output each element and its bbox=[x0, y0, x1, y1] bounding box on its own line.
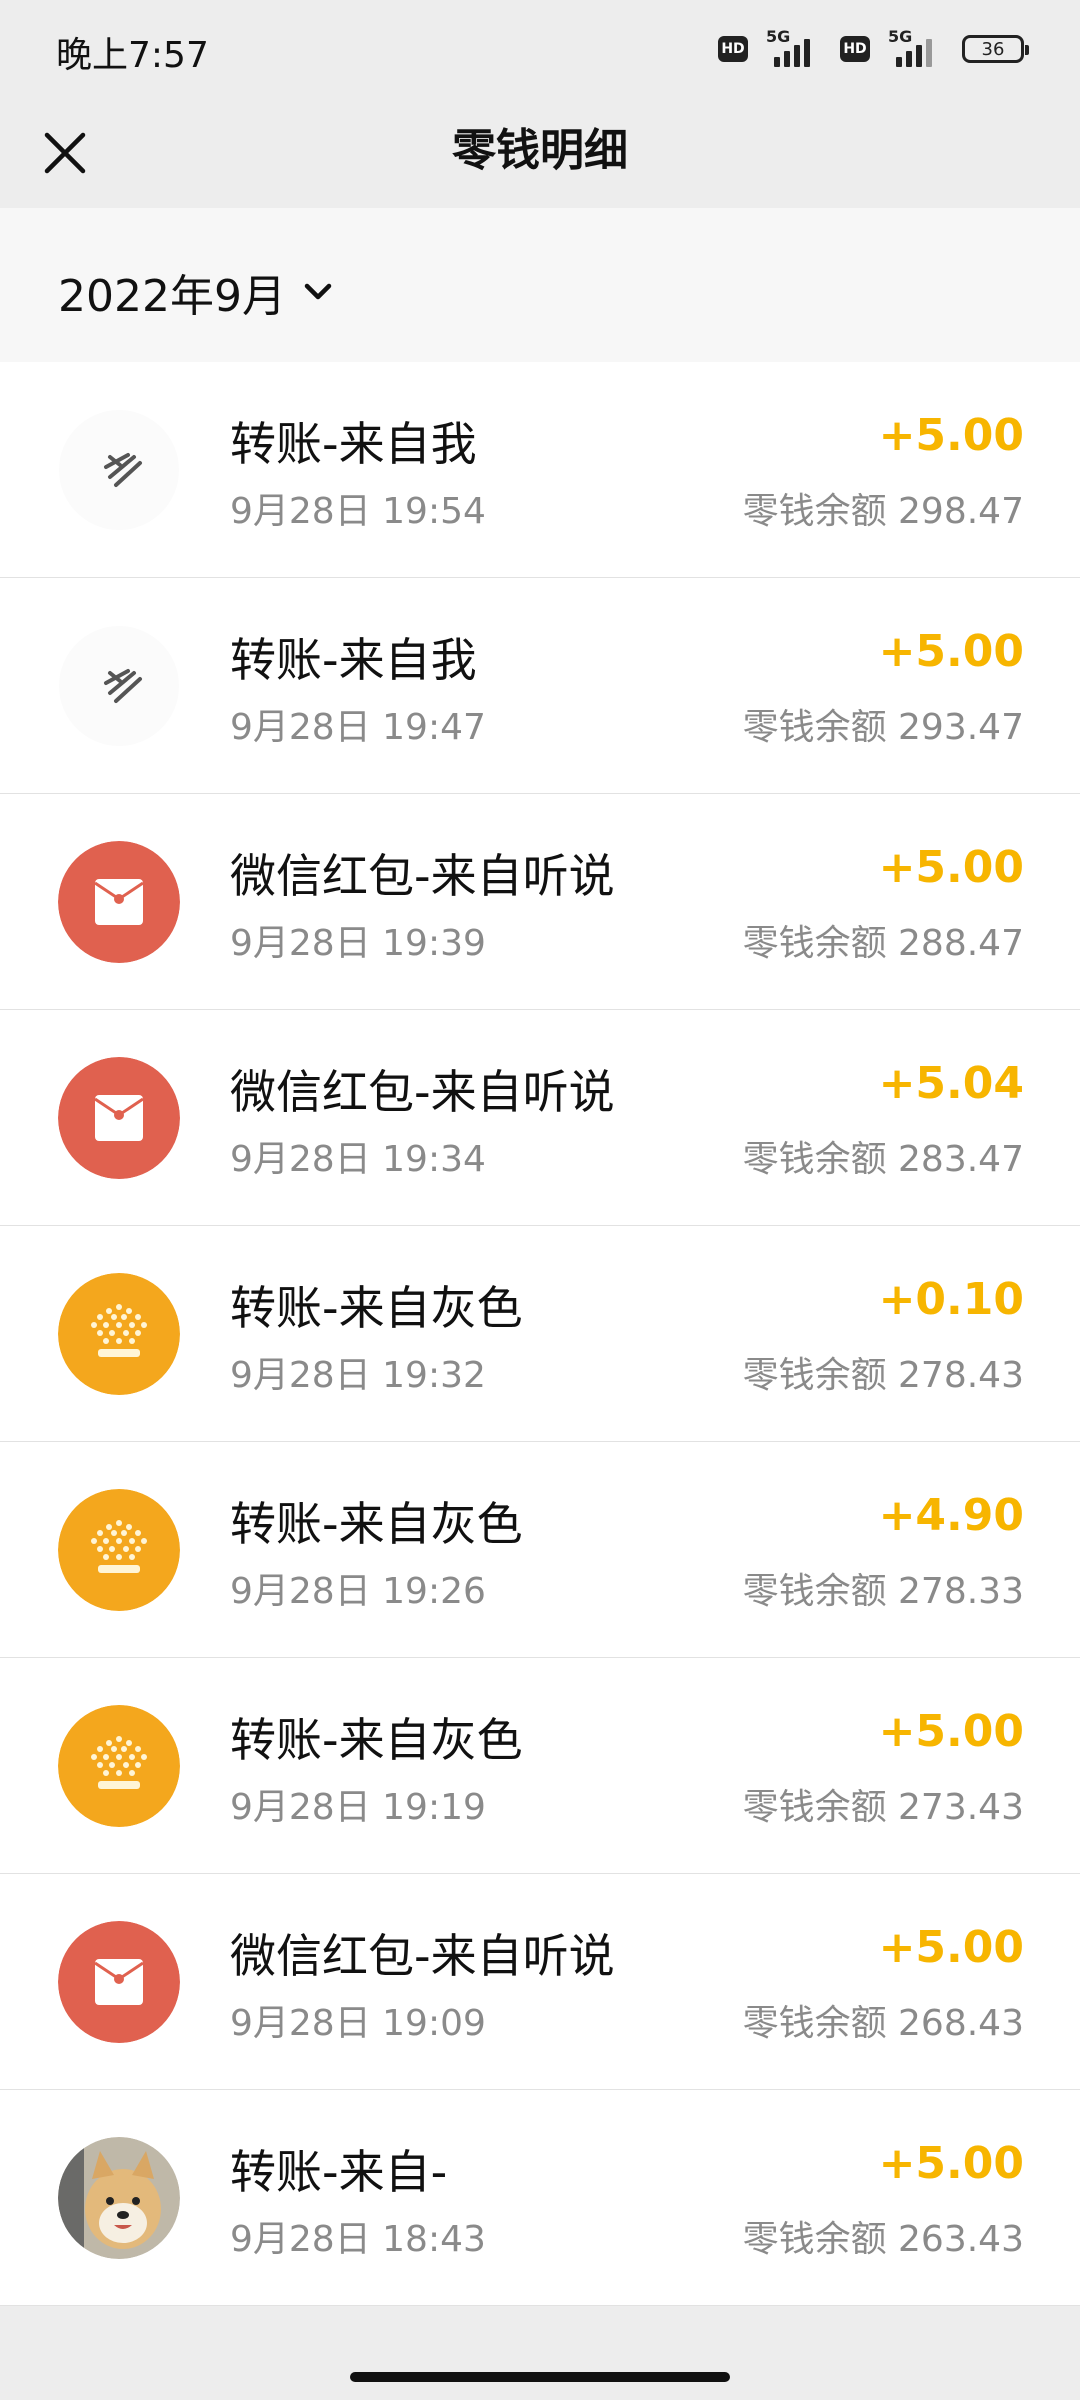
transaction-time: 9月28日 18:43 bbox=[230, 2219, 486, 2260]
transaction-balance: 零钱余额 293.47 bbox=[742, 707, 1024, 748]
transaction-title: 微信红包-来自听说 bbox=[230, 1929, 615, 1983]
transaction-list: 转账-来自我 9月28日 19:54 +5.00 零钱余额 298.47 转账-… bbox=[0, 362, 1080, 2306]
transaction-balance: 零钱余额 283.47 bbox=[742, 1139, 1024, 1180]
transaction-time: 9月28日 19:54 bbox=[230, 491, 486, 532]
feather-icon bbox=[58, 409, 180, 531]
transaction-row[interactable]: 微信红包-来自听说 9月28日 19:34 +5.04 零钱余额 283.47 bbox=[0, 1010, 1080, 1226]
transaction-amount: +5.00 bbox=[878, 626, 1024, 677]
transaction-time: 9月28日 19:32 bbox=[230, 1355, 486, 1396]
feather-icon bbox=[58, 625, 180, 747]
transaction-title: 转账-来自灰色 bbox=[230, 1281, 523, 1335]
transaction-row[interactable]: 转账-来自灰色 9月28日 19:32 +0.10 零钱余额 278.43 bbox=[0, 1226, 1080, 1442]
transaction-amount: +5.00 bbox=[878, 410, 1024, 461]
transaction-amount: +5.00 bbox=[878, 842, 1024, 893]
home-indicator[interactable] bbox=[350, 2372, 730, 2382]
crown-icon bbox=[58, 1705, 180, 1827]
transaction-title: 转账-来自灰色 bbox=[230, 1713, 523, 1767]
transaction-balance: 零钱余额 268.43 bbox=[742, 2003, 1024, 2044]
transaction-time: 9月28日 19:19 bbox=[230, 1787, 486, 1828]
battery-icon: 36 bbox=[962, 35, 1029, 63]
transaction-amount: +5.00 bbox=[878, 2138, 1024, 2189]
transaction-amount: +5.00 bbox=[878, 1706, 1024, 1757]
transaction-time: 9月28日 19:39 bbox=[230, 923, 486, 964]
transaction-amount: +4.90 bbox=[878, 1490, 1024, 1541]
transaction-title: 转账-来自- bbox=[230, 2145, 448, 2199]
dog-avatar bbox=[58, 2137, 180, 2259]
transaction-balance: 零钱余额 288.47 bbox=[742, 923, 1024, 964]
transaction-title: 转账-来自灰色 bbox=[230, 1497, 523, 1551]
transaction-title: 转账-来自我 bbox=[230, 417, 477, 471]
transaction-title: 微信红包-来自听说 bbox=[230, 1065, 615, 1119]
red-packet-icon bbox=[58, 1921, 180, 2043]
status-bar: 晚上7:57 HD 5G HD 5G 36 bbox=[0, 0, 1080, 96]
red-packet-icon bbox=[58, 841, 180, 963]
transaction-row[interactable]: 转账-来自灰色 9月28日 19:19 +5.00 零钱余额 273.43 bbox=[0, 1658, 1080, 1874]
month-filter-bar: 2022年9月 bbox=[0, 208, 1080, 362]
signal-icon: 5G bbox=[762, 27, 826, 69]
nav-bar: 零钱明细 bbox=[0, 96, 1080, 208]
transaction-row[interactable]: 转账-来自灰色 9月28日 19:26 +4.90 零钱余额 278.33 bbox=[0, 1442, 1080, 1658]
transaction-balance: 零钱余额 278.33 bbox=[742, 1571, 1024, 1612]
transaction-row[interactable]: 转账-来自我 9月28日 19:54 +5.00 零钱余额 298.47 bbox=[0, 362, 1080, 578]
transaction-time: 9月28日 19:34 bbox=[230, 1139, 486, 1180]
signal-icon: 5G bbox=[884, 27, 948, 69]
month-label: 2022年9月 bbox=[58, 271, 286, 322]
transaction-time: 9月28日 19:26 bbox=[230, 1571, 486, 1612]
transaction-amount: +0.10 bbox=[878, 1274, 1024, 1325]
transaction-title: 微信红包-来自听说 bbox=[230, 849, 615, 903]
transaction-balance: 零钱余额 278.43 bbox=[742, 1355, 1024, 1396]
transaction-title: 转账-来自我 bbox=[230, 633, 477, 687]
red-packet-icon bbox=[58, 1057, 180, 1179]
transaction-row[interactable]: 微信红包-来自听说 9月28日 19:39 +5.00 零钱余额 288.47 bbox=[0, 794, 1080, 1010]
transaction-time: 9月28日 19:09 bbox=[230, 2003, 486, 2044]
chevron-down-icon bbox=[304, 283, 332, 300]
crown-icon bbox=[58, 1273, 180, 1395]
crown-icon bbox=[58, 1489, 180, 1611]
status-time: 晚上7:57 bbox=[56, 35, 209, 76]
transaction-amount: +5.00 bbox=[878, 1922, 1024, 1973]
status-icons: HD 5G HD 5G 36 bbox=[718, 26, 1029, 72]
transaction-row[interactable]: 转账-来自- 9月28日 18:43 +5.00 零钱余额 263.43 bbox=[0, 2090, 1080, 2306]
transaction-row[interactable]: 微信红包-来自听说 9月28日 19:09 +5.00 零钱余额 268.43 bbox=[0, 1874, 1080, 2090]
hd-icon: HD bbox=[718, 36, 748, 62]
transaction-time: 9月28日 19:47 bbox=[230, 707, 486, 748]
month-selector[interactable]: 2022年9月 bbox=[58, 260, 336, 324]
transaction-balance: 零钱余额 298.47 bbox=[742, 491, 1024, 532]
page-title: 零钱明细 bbox=[452, 125, 628, 176]
transaction-balance: 零钱余额 263.43 bbox=[742, 2219, 1024, 2260]
transaction-balance: 零钱余额 273.43 bbox=[742, 1787, 1024, 1828]
transaction-amount: +5.04 bbox=[878, 1058, 1024, 1109]
hd-icon: HD bbox=[840, 36, 870, 62]
transaction-row[interactable]: 转账-来自我 9月28日 19:47 +5.00 零钱余额 293.47 bbox=[0, 578, 1080, 794]
